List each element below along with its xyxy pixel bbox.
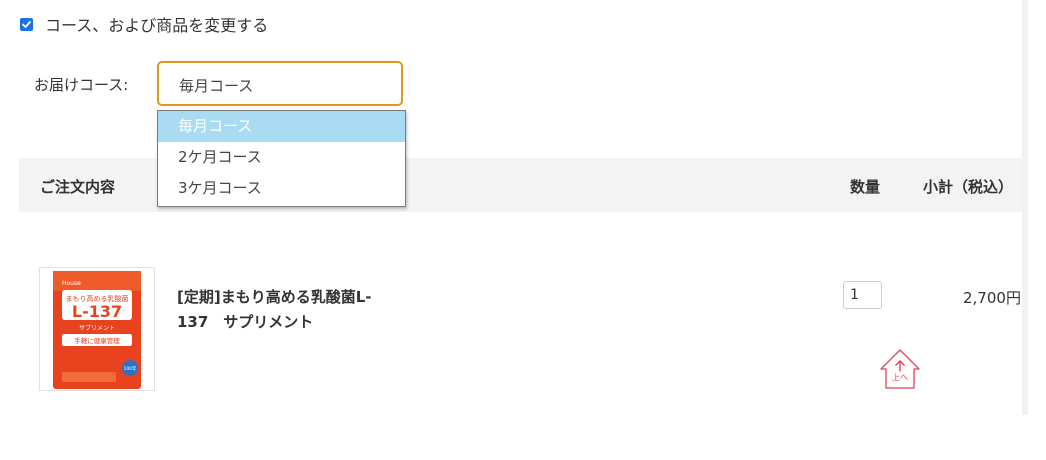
product-name[interactable]: [定期]まもり高める乳酸菌L- 137 サプリメント — [177, 285, 397, 335]
product-image[interactable]: House まもり高める乳酸菌 L-137 サプリメント 手軽に健康管理 100… — [39, 267, 155, 391]
product-big-label: L-137 — [72, 302, 122, 321]
course-option-2months[interactable]: 2ケ月コース — [158, 142, 405, 173]
course-dropdown-list[interactable]: 毎月コース 2ケ月コース 3ケ月コース — [157, 110, 406, 207]
course-select[interactable]: 毎月コース — [157, 61, 403, 106]
change-course-row[interactable]: コース、および商品を変更する — [20, 12, 268, 36]
subtotal-value: 2,700円 — [963, 289, 1021, 307]
product-tagline: 手軽に健康管理 — [74, 336, 120, 345]
house-arrow-up-icon — [880, 349, 920, 389]
scroll-top-button[interactable]: 上へ — [878, 347, 922, 391]
header-quantity: 数量 — [850, 178, 881, 196]
page-edge-bar — [1022, 0, 1028, 415]
course-label: お届けコース: — [34, 76, 129, 94]
product-sub-label: サプリメント — [79, 325, 115, 332]
product-brand: House — [62, 280, 81, 287]
quantity-input[interactable]: 1 — [843, 281, 882, 309]
course-select-value: 毎月コース — [179, 77, 254, 95]
change-course-label[interactable]: コース、および商品を変更する — [45, 12, 268, 36]
course-option-monthly[interactable]: 毎月コース — [158, 111, 405, 142]
product-name-line1: [定期]まもり高める乳酸菌L- — [177, 288, 372, 306]
checkmark-icon — [22, 20, 31, 28]
course-option-3months[interactable]: 3ケ月コース — [158, 173, 405, 204]
header-subtotal: 小計（税込） — [923, 178, 1014, 196]
change-course-checkbox[interactable] — [20, 17, 33, 31]
product-badge: 100年 — [123, 365, 137, 372]
scroll-top-label: 上へ — [892, 373, 908, 382]
header-order-content: ご注文内容 — [40, 178, 116, 196]
product-name-line2: 137 サプリメント — [177, 313, 314, 331]
product-package-illustration: House まもり高める乳酸菌 L-137 サプリメント 手軽に健康管理 100… — [53, 271, 141, 389]
